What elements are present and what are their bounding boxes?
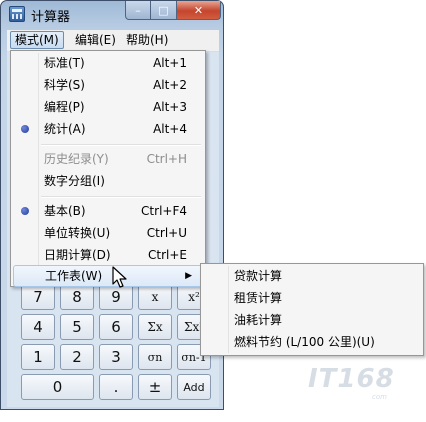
worksheets-submenu: 贷款计算 租赁计算 油耗计算 燃料节约 (L/100 公里)(U) <box>200 263 424 356</box>
menu-item-shortcut: Ctrl+F4 <box>141 204 187 218</box>
menu-item-date-calculation[interactable]: 日期计算(D) Ctrl+E <box>13 244 203 266</box>
menu-item-shortcut: Alt+3 <box>153 100 187 114</box>
menu-item-shortcut: Ctrl+E <box>148 248 187 262</box>
key-2[interactable]: 2 <box>60 344 94 370</box>
menu-item-label: 基本(B) <box>44 204 86 218</box>
menu-item-history: 历史纪录(Y) Ctrl+H <box>13 148 203 170</box>
menu-item-label: 历史纪录(Y) <box>44 152 109 166</box>
mode-dropdown-menu: 标准(T) Alt+1 科学(S) Alt+2 编程(P) Alt+3 统计(A… <box>10 50 206 287</box>
key-add[interactable]: Add <box>177 374 211 400</box>
menu-item-worksheets[interactable]: 工作表(W) ▶ <box>13 265 203 287</box>
menu-item-label: 单位转换(U) <box>44 226 111 240</box>
menu-item-programmer[interactable]: 编程(P) Alt+3 <box>13 96 203 118</box>
radio-check-icon <box>21 125 29 133</box>
menu-item-shortcut: Ctrl+U <box>146 226 187 240</box>
key-decimal[interactable]: . <box>99 374 133 400</box>
title-bar[interactable]: 计算器 – □ ✕ <box>1 1 225 27</box>
watermark-logo: IT168 <box>308 364 395 394</box>
key-population-std-dev[interactable]: σn <box>138 344 172 370</box>
menu-item-basic[interactable]: 基本(B) Ctrl+F4 <box>13 200 203 222</box>
menu-gutter-line <box>228 266 229 353</box>
menu-item-digit-grouping[interactable]: 数字分组(I) <box>13 170 203 192</box>
menu-item-shortcut: Ctrl+H <box>146 152 187 166</box>
caption-buttons: – □ ✕ <box>125 1 221 20</box>
key-1[interactable]: 1 <box>21 344 55 370</box>
menu-item-label: 统计(A) <box>44 122 86 136</box>
submenu-item-fuel-saving[interactable]: 燃料节约 (L/100 公里)(U) <box>234 331 375 353</box>
menu-edit[interactable]: 编辑(E) <box>71 31 120 49</box>
menu-item-statistics[interactable]: 统计(A) Alt+4 <box>13 118 203 140</box>
menu-separator <box>41 144 201 146</box>
key-7[interactable]: 7 <box>21 284 55 310</box>
menu-item-standard[interactable]: 标准(T) Alt+1 <box>13 52 203 74</box>
submenu-item-mortgage[interactable]: 贷款计算 <box>234 265 282 287</box>
menu-item-shortcut: Alt+4 <box>153 122 187 136</box>
key-8[interactable]: 8 <box>60 284 94 310</box>
close-button[interactable]: ✕ <box>177 1 221 20</box>
menu-item-label: 日期计算(D) <box>44 248 111 262</box>
menu-item-label: 工作表(W) <box>45 269 103 283</box>
menu-item-label: 编程(P) <box>44 100 85 114</box>
key-3[interactable]: 3 <box>99 344 133 370</box>
menu-bar: 模式(M) 编辑(E) 帮助(H) <box>7 30 219 52</box>
watermark-sub: com <box>372 393 387 401</box>
window-title: 计算器 <box>31 10 71 25</box>
menu-mode[interactable]: 模式(M) <box>10 31 64 49</box>
key-0[interactable]: 0 <box>21 374 94 400</box>
menu-help[interactable]: 帮助(H) <box>122 31 172 49</box>
mouse-cursor-icon <box>112 266 127 288</box>
menu-item-label: 科学(S) <box>44 78 85 92</box>
key-sum[interactable]: Σx <box>138 314 172 340</box>
menu-item-scientific[interactable]: 科学(S) Alt+2 <box>13 74 203 96</box>
key-6[interactable]: 6 <box>99 314 133 340</box>
key-negate[interactable]: ± <box>138 374 172 400</box>
minimize-button[interactable]: – <box>125 1 151 20</box>
submenu-arrow-icon: ▶ <box>185 271 192 281</box>
menu-item-label: 数字分组(I) <box>44 174 105 188</box>
key-mean[interactable]: x <box>138 284 172 310</box>
key-4[interactable]: 4 <box>21 314 55 340</box>
menu-item-shortcut: Alt+1 <box>153 56 187 70</box>
key-5[interactable]: 5 <box>60 314 94 340</box>
menu-item-label: 标准(T) <box>44 56 85 70</box>
calculator-app-icon <box>9 6 25 22</box>
submenu-item-fuel-economy[interactable]: 油耗计算 <box>234 309 282 331</box>
radio-check-icon <box>21 207 29 215</box>
menu-separator <box>41 196 201 198</box>
submenu-item-vehicle-lease[interactable]: 租赁计算 <box>234 287 282 309</box>
menu-item-unit-conversion[interactable]: 单位转换(U) Ctrl+U <box>13 222 203 244</box>
menu-item-shortcut: Alt+2 <box>153 78 187 92</box>
maximize-button[interactable]: □ <box>151 1 177 20</box>
